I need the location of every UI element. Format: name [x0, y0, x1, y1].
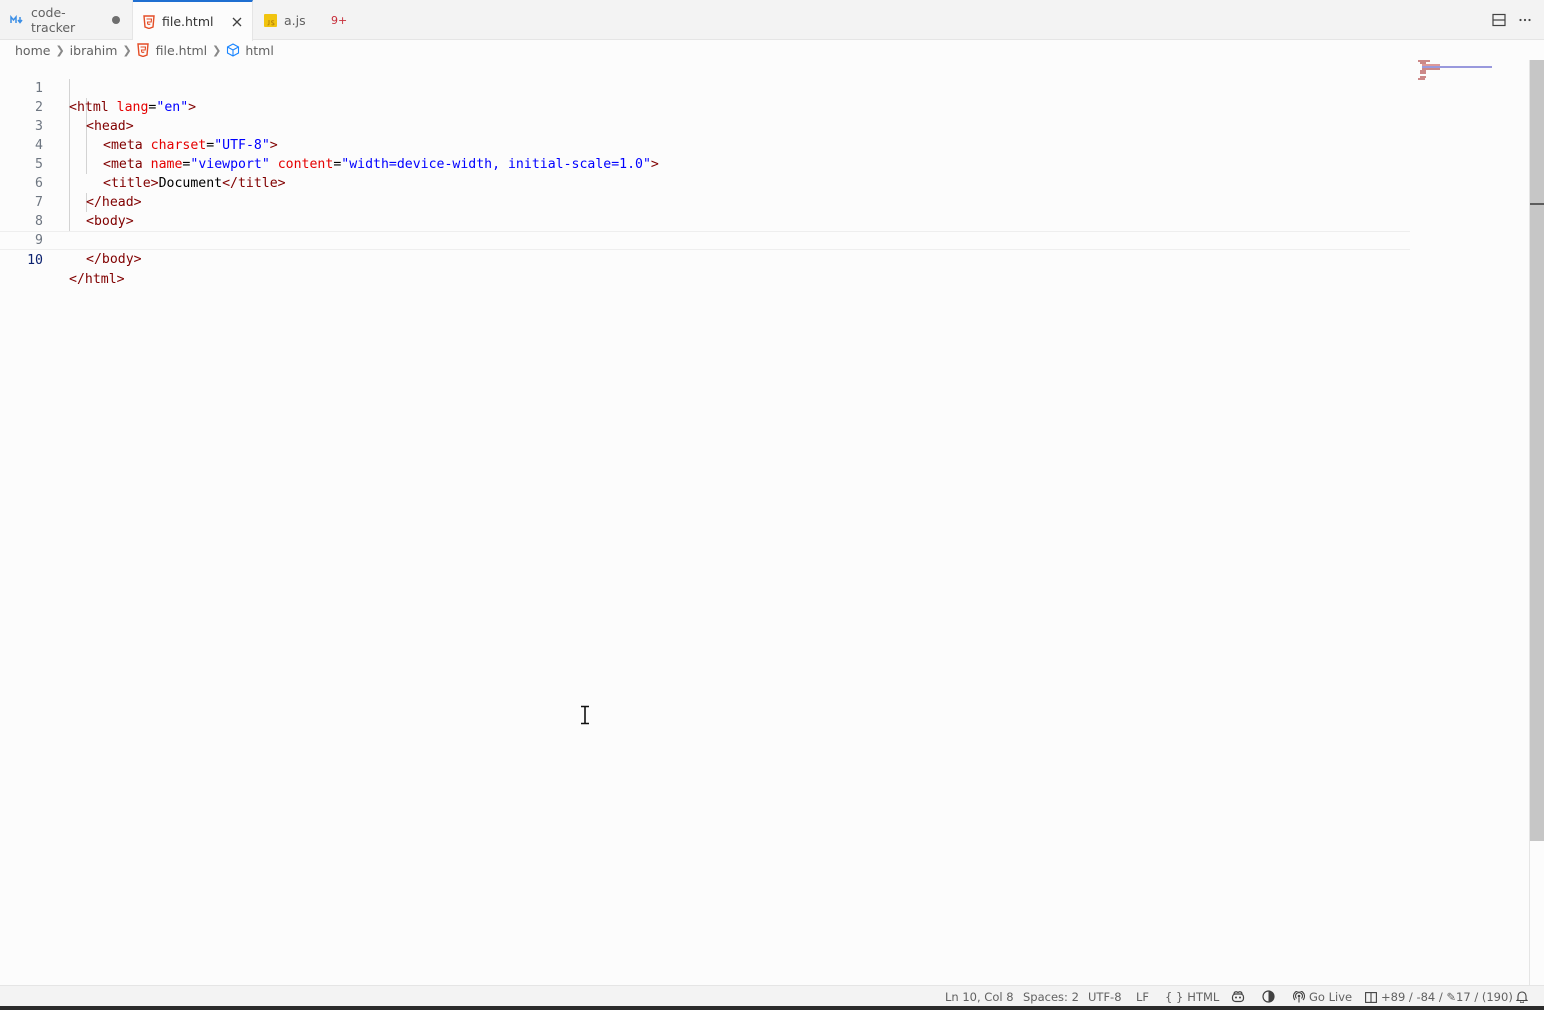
git-stats-label: +89 / -84 / ✎17 / (190) [1381, 990, 1513, 1004]
html5-icon [143, 14, 155, 29]
chevron-right-icon: ❯ [212, 43, 222, 57]
go-live-button[interactable]: Go Live [1293, 990, 1352, 1004]
copilot-icon[interactable] [1231, 990, 1245, 1003]
window-bottom-edge [0, 1006, 1544, 1010]
tab-a-js[interactable]: a.js [253, 0, 323, 40]
code-line: 9 </body> [0, 212, 1410, 267]
code-line: 1 <html lang="en"> [0, 60, 1410, 115]
theme-contrast-icon[interactable] [1262, 990, 1275, 1003]
breadcrumb-item-home[interactable]: home [15, 43, 50, 58]
tab-file-html[interactable]: file.html [133, 0, 253, 41]
breadcrumb-item-file[interactable]: file.html [156, 43, 207, 58]
minimap[interactable] [1416, 60, 1496, 90]
tab-label: code-tracker [31, 5, 76, 35]
js-icon [263, 13, 277, 27]
chevron-right-icon: ❯ [122, 43, 132, 57]
html5-icon [136, 43, 151, 57]
vertical-scrollbar[interactable] [1530, 60, 1544, 841]
line-number: 10 [27, 253, 43, 268]
cursor-position[interactable]: Ln 10, Col 8 [945, 990, 1014, 1004]
tab-label: file.html [162, 14, 214, 29]
code-line: 6 </head> [0, 155, 1410, 210]
code-editor[interactable]: 1 <html lang="en"> 2 <head> 3 <meta char… [0, 60, 1410, 985]
code-line-current: 10 </html> [0, 231, 1410, 287]
broadcast-icon [1293, 991, 1305, 1003]
code-line: 4 <meta name="viewport" content="width=d… [0, 117, 1410, 172]
code-text: </html> [69, 272, 125, 287]
chevron-right-icon: ❯ [55, 43, 65, 57]
modified-dot-icon[interactable] [111, 16, 120, 24]
text-cursor-icon [580, 705, 590, 729]
code-line: 5 <title>Document</title> [0, 136, 1410, 191]
code-line: 3 <meta charset="UTF-8"> [0, 98, 1410, 153]
cube-element-icon [226, 43, 240, 57]
split-editor-icon[interactable] [1492, 12, 1506, 31]
diff-icon [1365, 991, 1377, 1003]
code-text: </body> [86, 252, 142, 267]
indentation[interactable]: Spaces: 2 [1023, 990, 1079, 1004]
tab-bar: code-tracker file.html a.js 9+ [0, 0, 1544, 41]
bell-icon[interactable] [1516, 990, 1528, 1003]
tab-label: a.js [284, 12, 306, 28]
end-of-line[interactable]: LF [1136, 990, 1149, 1004]
problems-count-badge[interactable]: 9+ [331, 14, 347, 27]
markdown-icon [10, 13, 24, 27]
breadcrumb-item-ibrahim[interactable]: ibrahim [70, 43, 118, 58]
go-live-label: Go Live [1309, 990, 1353, 1004]
breadcrumb-item-html[interactable]: html [245, 43, 273, 58]
breadcrumb: home ❯ ibrahim ❯ file.html ❯ html [15, 40, 274, 60]
braces-icon: { } [1165, 990, 1184, 1004]
close-icon[interactable] [231, 17, 242, 27]
scrollbar-cursor-marker [1530, 203, 1544, 205]
more-actions-icon[interactable] [1518, 12, 1532, 31]
tab-code-tracker[interactable]: code-tracker [0, 0, 133, 40]
code-line: 7 <body> [0, 174, 1410, 229]
encoding[interactable]: UTF-8 [1088, 990, 1122, 1004]
git-line-stats[interactable]: +89 / -84 / ✎17 / (190) [1365, 990, 1513, 1004]
language-mode[interactable]: { } HTML [1165, 990, 1219, 1004]
language-label: HTML [1187, 990, 1220, 1004]
code-line: 2 <head> [0, 79, 1410, 134]
code-line: 8 [0, 193, 1410, 229]
